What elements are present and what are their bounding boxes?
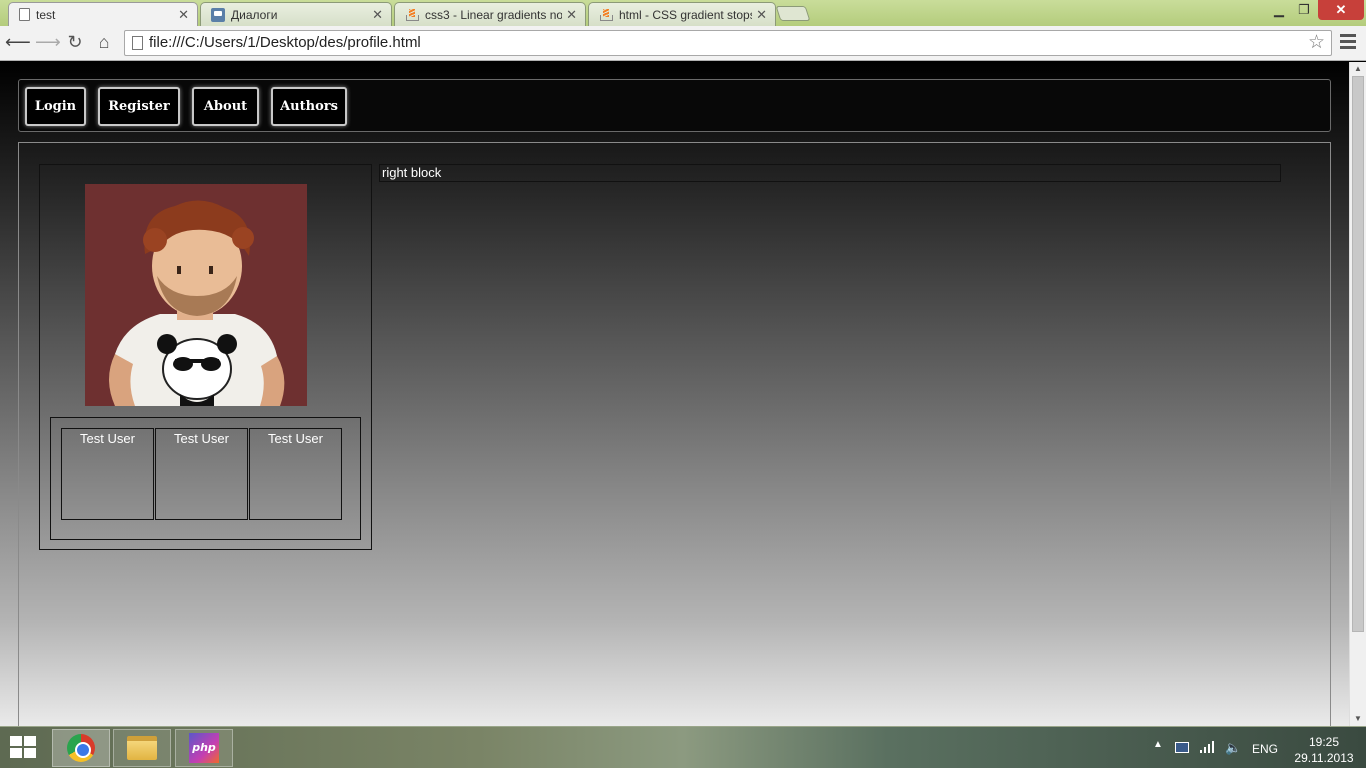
folder-icon <box>127 736 157 760</box>
close-icon[interactable]: ✕ <box>566 7 577 23</box>
friend-card[interactable]: Test User <box>249 428 342 520</box>
tab-title: html - CSS gradient stops <box>619 7 753 22</box>
tab-dialogs[interactable]: Диалоги ✕ <box>200 2 392 26</box>
address-bar[interactable]: file:///C:/Users/1/Desktop/des/profile.h… <box>124 30 1332 56</box>
scrollbar-thumb[interactable] <box>1352 76 1364 632</box>
star-icon[interactable]: ☆ <box>1308 31 1325 55</box>
login-button[interactable]: Login <box>25 87 86 126</box>
close-icon[interactable]: ✕ <box>372 7 383 23</box>
authors-button[interactable]: Authors <box>271 87 347 126</box>
browser-tab-strip: test ✕ Диалоги ✕ css3 - Linear gradients… <box>0 0 1366 26</box>
clock[interactable]: 19:25 29.11.2013 <box>1294 734 1354 766</box>
reload-icon[interactable]: ↻ <box>64 31 86 53</box>
tab-test[interactable]: test ✕ <box>8 2 198 26</box>
friends-list: Test User Test User Test User <box>50 417 361 540</box>
chat-icon <box>211 7 225 22</box>
forward-arrow-icon[interactable]: ⟶ <box>35 31 61 53</box>
phpstorm-icon: php <box>189 733 219 763</box>
phpstorm-taskbar-button[interactable]: php <box>175 729 233 767</box>
stackoverflow-icon <box>599 8 613 22</box>
new-tab-button[interactable] <box>775 6 811 21</box>
tab-css3-linear-gradients[interactable]: css3 - Linear gradients not ✕ <box>394 2 586 26</box>
browser-toolbar: ⟵ ⟶ ↻ ⌂ file:///C:/Users/1/Desktop/des/p… <box>0 26 1366 61</box>
page-icon <box>19 8 30 21</box>
close-icon[interactable]: ✕ <box>756 7 767 23</box>
page-icon <box>132 36 143 50</box>
profile-block: Test User Test User Test User <box>39 164 372 550</box>
friend-card[interactable]: Test User <box>155 428 248 520</box>
back-arrow-icon[interactable]: ⟵ <box>5 31 31 53</box>
language-indicator[interactable]: ENG <box>1252 742 1278 756</box>
tab-title: css3 - Linear gradients not <box>425 7 563 22</box>
top-nav: Login Register About Authors <box>18 79 1331 132</box>
page-viewport: Login Register About Authors Test User T… <box>0 62 1349 726</box>
home-icon[interactable]: ⌂ <box>93 31 115 53</box>
right-block: right block <box>379 164 1281 182</box>
stackoverflow-icon <box>405 8 419 22</box>
taskbar: php ▲ 🔈 ENG 19:25 29.11.2013 <box>0 726 1366 768</box>
content-area: Test User Test User Test User right bloc… <box>18 142 1331 726</box>
minimize-icon[interactable]: ▁ <box>1270 0 1288 20</box>
register-button[interactable]: Register <box>98 87 180 126</box>
explorer-taskbar-button[interactable] <box>113 729 171 767</box>
close-icon[interactable]: ✕ <box>178 7 189 23</box>
tab-title: Диалоги <box>231 7 278 22</box>
tab-css-gradient-stops[interactable]: html - CSS gradient stops ✕ <box>588 2 776 26</box>
scroll-up-arrow-icon[interactable]: ▲ <box>1350 62 1366 76</box>
clock-time: 19:25 <box>1308 735 1340 749</box>
vertical-scrollbar[interactable]: ▲ ▼ <box>1349 62 1366 726</box>
avatar <box>85 184 307 406</box>
friend-card[interactable]: Test User <box>61 428 154 520</box>
tab-title: test <box>36 7 56 22</box>
address-text: file:///C:/Users/1/Desktop/des/profile.h… <box>149 34 421 51</box>
tray-expand-icon[interactable]: ▲ <box>1153 739 1163 750</box>
window-close-icon[interactable]: ✕ <box>1318 0 1364 20</box>
volume-icon[interactable]: 🔈 <box>1225 740 1241 756</box>
windows-start-icon[interactable] <box>10 736 38 760</box>
scroll-down-arrow-icon[interactable]: ▼ <box>1350 712 1366 726</box>
about-button[interactable]: About <box>192 87 259 126</box>
clock-date: 29.11.2013 <box>1294 751 1354 765</box>
chrome-taskbar-button[interactable] <box>52 729 110 767</box>
action-center-icon[interactable] <box>1175 742 1189 753</box>
restore-icon[interactable]: ❐ <box>1295 0 1313 20</box>
network-signal-icon[interactable] <box>1200 741 1214 753</box>
chrome-icon <box>67 734 95 762</box>
menu-icon[interactable] <box>1340 34 1356 50</box>
